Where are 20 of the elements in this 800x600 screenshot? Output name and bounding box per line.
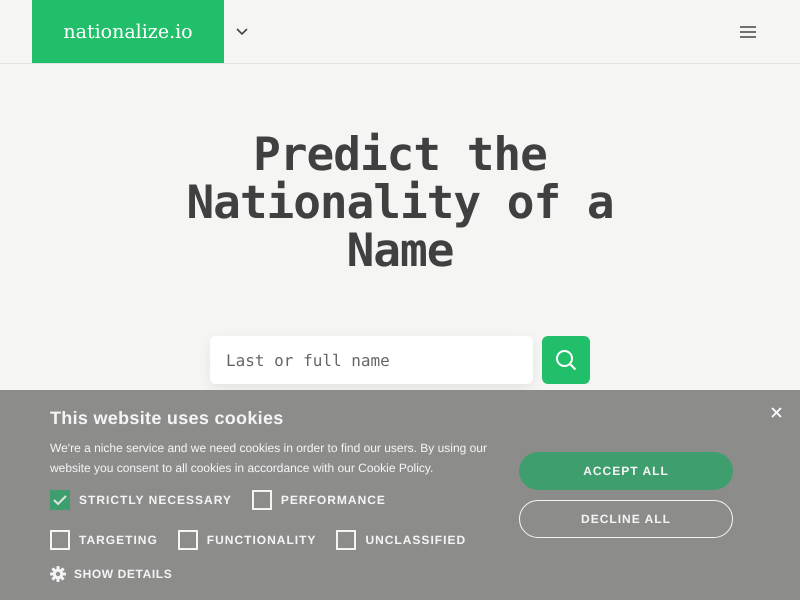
accept-all-button[interactable]: ACCEPT ALL (519, 452, 733, 490)
show-details-link[interactable]: SHOW DETAILS (74, 567, 172, 581)
menu-icon[interactable] (740, 26, 756, 38)
close-icon[interactable] (771, 407, 782, 418)
search-icon (555, 349, 577, 371)
decline-all-button[interactable]: DECLINE ALL (519, 500, 733, 538)
page-title: Predict the Nationality of a Name (185, 130, 615, 274)
category-label: STRICTLY NECESSARY (79, 493, 232, 507)
logo-link[interactable]: nationalize.io (32, 0, 224, 63)
gear-icon[interactable] (50, 566, 66, 582)
chevron-down-icon[interactable] (236, 28, 248, 36)
cookie-banner-title: This website uses cookies (50, 408, 285, 429)
category-label: PERFORMANCE (280, 493, 386, 507)
cookie-banner-text: We're a niche service and we need cookies in order to find our users. By using our website you consent to all cookies in accordance with our Cookie Policy. (50, 440, 488, 477)
category-checkbox[interactable] (50, 490, 70, 510)
category-label: FUNCTIONALITY (206, 533, 316, 547)
name-input-field[interactable]: Last or full name (210, 336, 533, 384)
category-label: TARGETING (79, 533, 158, 547)
category-label: UNCLASSIFIED (365, 533, 466, 547)
search-button[interactable] (542, 336, 590, 384)
